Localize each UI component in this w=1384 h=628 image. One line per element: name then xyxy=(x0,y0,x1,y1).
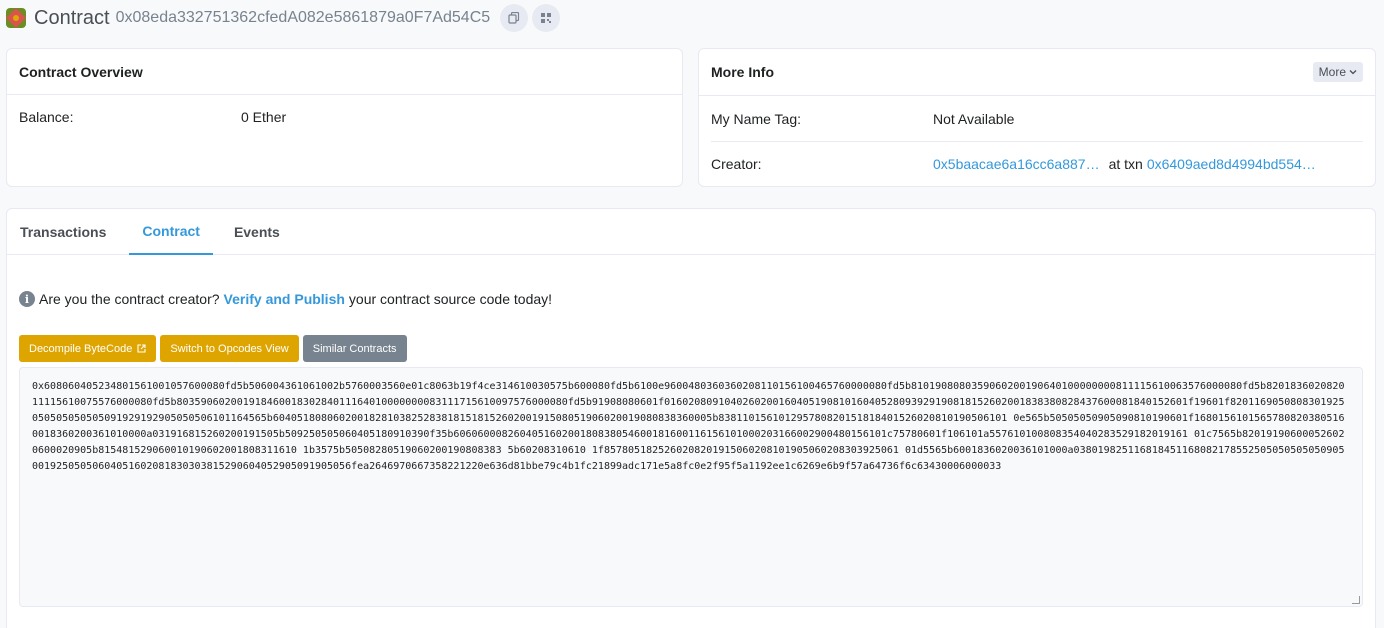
notice-prefix: Are you the contract creator? xyxy=(39,291,220,307)
decompile-bytecode-button[interactable]: Decompile ByteCode xyxy=(19,335,157,362)
tab-transactions[interactable]: Transactions xyxy=(7,209,119,255)
info-icon: i xyxy=(19,291,35,307)
chevron-down-icon xyxy=(1349,70,1357,75)
more-info-header: More Info More xyxy=(699,49,1375,96)
name-tag-label: My Name Tag: xyxy=(711,110,801,127)
tab-contract[interactable]: Contract xyxy=(129,209,213,255)
copy-icon xyxy=(508,12,520,24)
contract-tabs-card: Transactions Contract Events i Are you t… xyxy=(6,208,1376,628)
name-tag-value: Not Available xyxy=(933,110,1015,127)
contract-logo-icon xyxy=(6,8,26,28)
switch-opcodes-label: Switch to Opcodes View xyxy=(170,342,289,355)
qr-code-icon xyxy=(541,13,552,23)
qr-code-button[interactable] xyxy=(532,4,561,32)
contract-overview-card: Contract Overview Balance: 0 Ether xyxy=(6,48,683,187)
similar-contracts-label: Similar Contracts xyxy=(312,342,397,355)
creator-row: Creator: 0x5baacae6a16cc6a887… at txn 0x… xyxy=(699,142,1375,186)
page-header: Contract 0x08eda332751362cfedA082e586187… xyxy=(6,0,564,36)
creator-txn-link[interactable]: 0x6409aed8d4994bd554… xyxy=(1147,156,1316,172)
notice-suffix: your contract source code today! xyxy=(348,291,553,307)
bytecode-actions: Decompile ByteCode Switch to Opcodes Vie… xyxy=(19,335,407,362)
at-txn-label: at txn xyxy=(1108,156,1143,172)
decompile-label: Decompile ByteCode xyxy=(29,342,133,355)
page-title: Contract xyxy=(34,6,110,29)
tab-bar: Transactions Contract Events xyxy=(7,209,1375,255)
tab-events[interactable]: Events xyxy=(221,209,293,255)
more-button-label: More xyxy=(1318,65,1346,79)
resize-handle-icon[interactable] xyxy=(1352,596,1360,604)
balance-label: Balance: xyxy=(19,109,74,125)
external-link-icon xyxy=(137,344,146,353)
creator-address-link[interactable]: 0x5baacae6a16cc6a887… xyxy=(933,156,1100,172)
switch-opcodes-button[interactable]: Switch to Opcodes View xyxy=(160,335,299,362)
verify-and-publish-link[interactable]: Verify and Publish xyxy=(224,291,345,307)
more-dropdown-button[interactable]: More xyxy=(1312,62,1363,82)
more-info-card: More Info More My Name Tag: Not Availabl… xyxy=(698,48,1376,187)
similar-contracts-button[interactable]: Similar Contracts xyxy=(302,335,407,362)
contract-address: 0x08eda332751362cfedA082e5861879a0F7Ad54… xyxy=(115,9,491,26)
copy-address-button[interactable] xyxy=(500,4,529,32)
contract-overview-title: Contract Overview xyxy=(19,63,143,80)
balance-value: 0 Ether xyxy=(241,109,287,125)
contract-overview-header: Contract Overview xyxy=(7,49,682,95)
verify-notice: i Are you the contract creator? Verify a… xyxy=(19,291,552,307)
bytecode-textarea[interactable]: 0x608060405234801561001057600080fd5b5060… xyxy=(19,367,1363,607)
name-tag-row: My Name Tag: Not Available xyxy=(711,96,1363,142)
more-info-title: More Info xyxy=(711,64,774,80)
balance-row: Balance: 0 Ether xyxy=(7,95,682,125)
bytecode-text: 0x608060405234801561001057600080fd5b5060… xyxy=(32,381,1345,472)
creator-label: Creator: xyxy=(711,156,762,172)
